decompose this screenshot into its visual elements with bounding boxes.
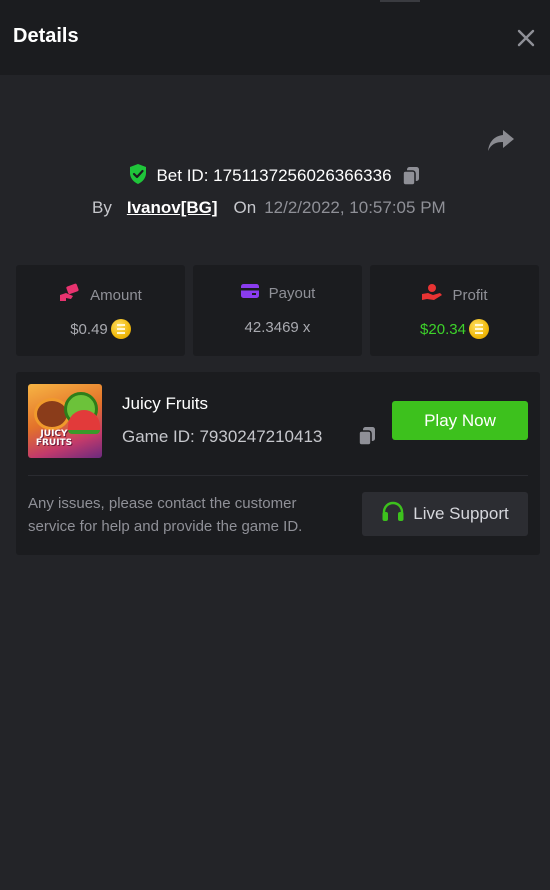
on-label: On: [233, 198, 257, 217]
game-card: JUICY FRUITS Juicy Fruits Game ID: 79302…: [16, 372, 540, 555]
live-support-label: Live Support: [413, 504, 509, 523]
hand-money-icon: [59, 283, 81, 307]
thumbnail-title: JUICY FRUITS: [35, 429, 73, 448]
profit-card: Profit $20.34: [370, 265, 539, 356]
profit-label: Profit: [452, 286, 488, 304]
user-link[interactable]: Ivanov[BG]: [127, 198, 218, 218]
amount-card: Amount $0.49: [16, 265, 185, 356]
bet-id: Bet ID: 1751137256026366336: [156, 166, 392, 185]
divider: [28, 475, 528, 476]
page-title: Details: [13, 25, 79, 47]
bet-date: 12/2/2022, 10:57:05 PM: [264, 198, 446, 217]
play-now-button[interactable]: Play Now: [392, 401, 528, 440]
game-name: Juicy Fruits: [122, 394, 208, 413]
hand-coin-icon: [421, 283, 443, 307]
payout-value: 42.3469 x: [244, 319, 311, 336]
drag-handle: [380, 0, 420, 2]
payout-label: Payout: [268, 284, 316, 302]
verified-shield-icon: [128, 163, 148, 190]
by-label: By: [92, 198, 112, 217]
amount-label: Amount: [90, 286, 142, 304]
close-icon[interactable]: [512, 24, 540, 52]
payout-card: Payout 42.3469 x: [193, 265, 362, 356]
game-thumbnail[interactable]: JUICY FRUITS: [28, 384, 102, 458]
card-icon: [240, 283, 260, 303]
share-icon[interactable]: [486, 126, 516, 154]
headset-icon: [381, 501, 405, 528]
coin-icon: [110, 319, 131, 339]
copy-icon[interactable]: [356, 425, 378, 447]
coin-icon: [468, 319, 489, 339]
support-message: Any issues, please contact the customer …: [28, 495, 303, 535]
header-bar: Details: [0, 0, 550, 75]
bet-id-line: Bet ID: 1751137256026366336: [0, 163, 550, 189]
live-support-button[interactable]: Live Support: [362, 492, 528, 536]
game-id: Game ID: 7930247210413: [122, 427, 323, 446]
bet-meta: By Ivanov[BG] On 12/2/2022, 10:57:05 PM: [92, 196, 446, 220]
amount-value: $0.49: [70, 320, 108, 338]
copy-icon[interactable]: [400, 165, 422, 187]
profit-value: $20.34: [420, 320, 466, 338]
